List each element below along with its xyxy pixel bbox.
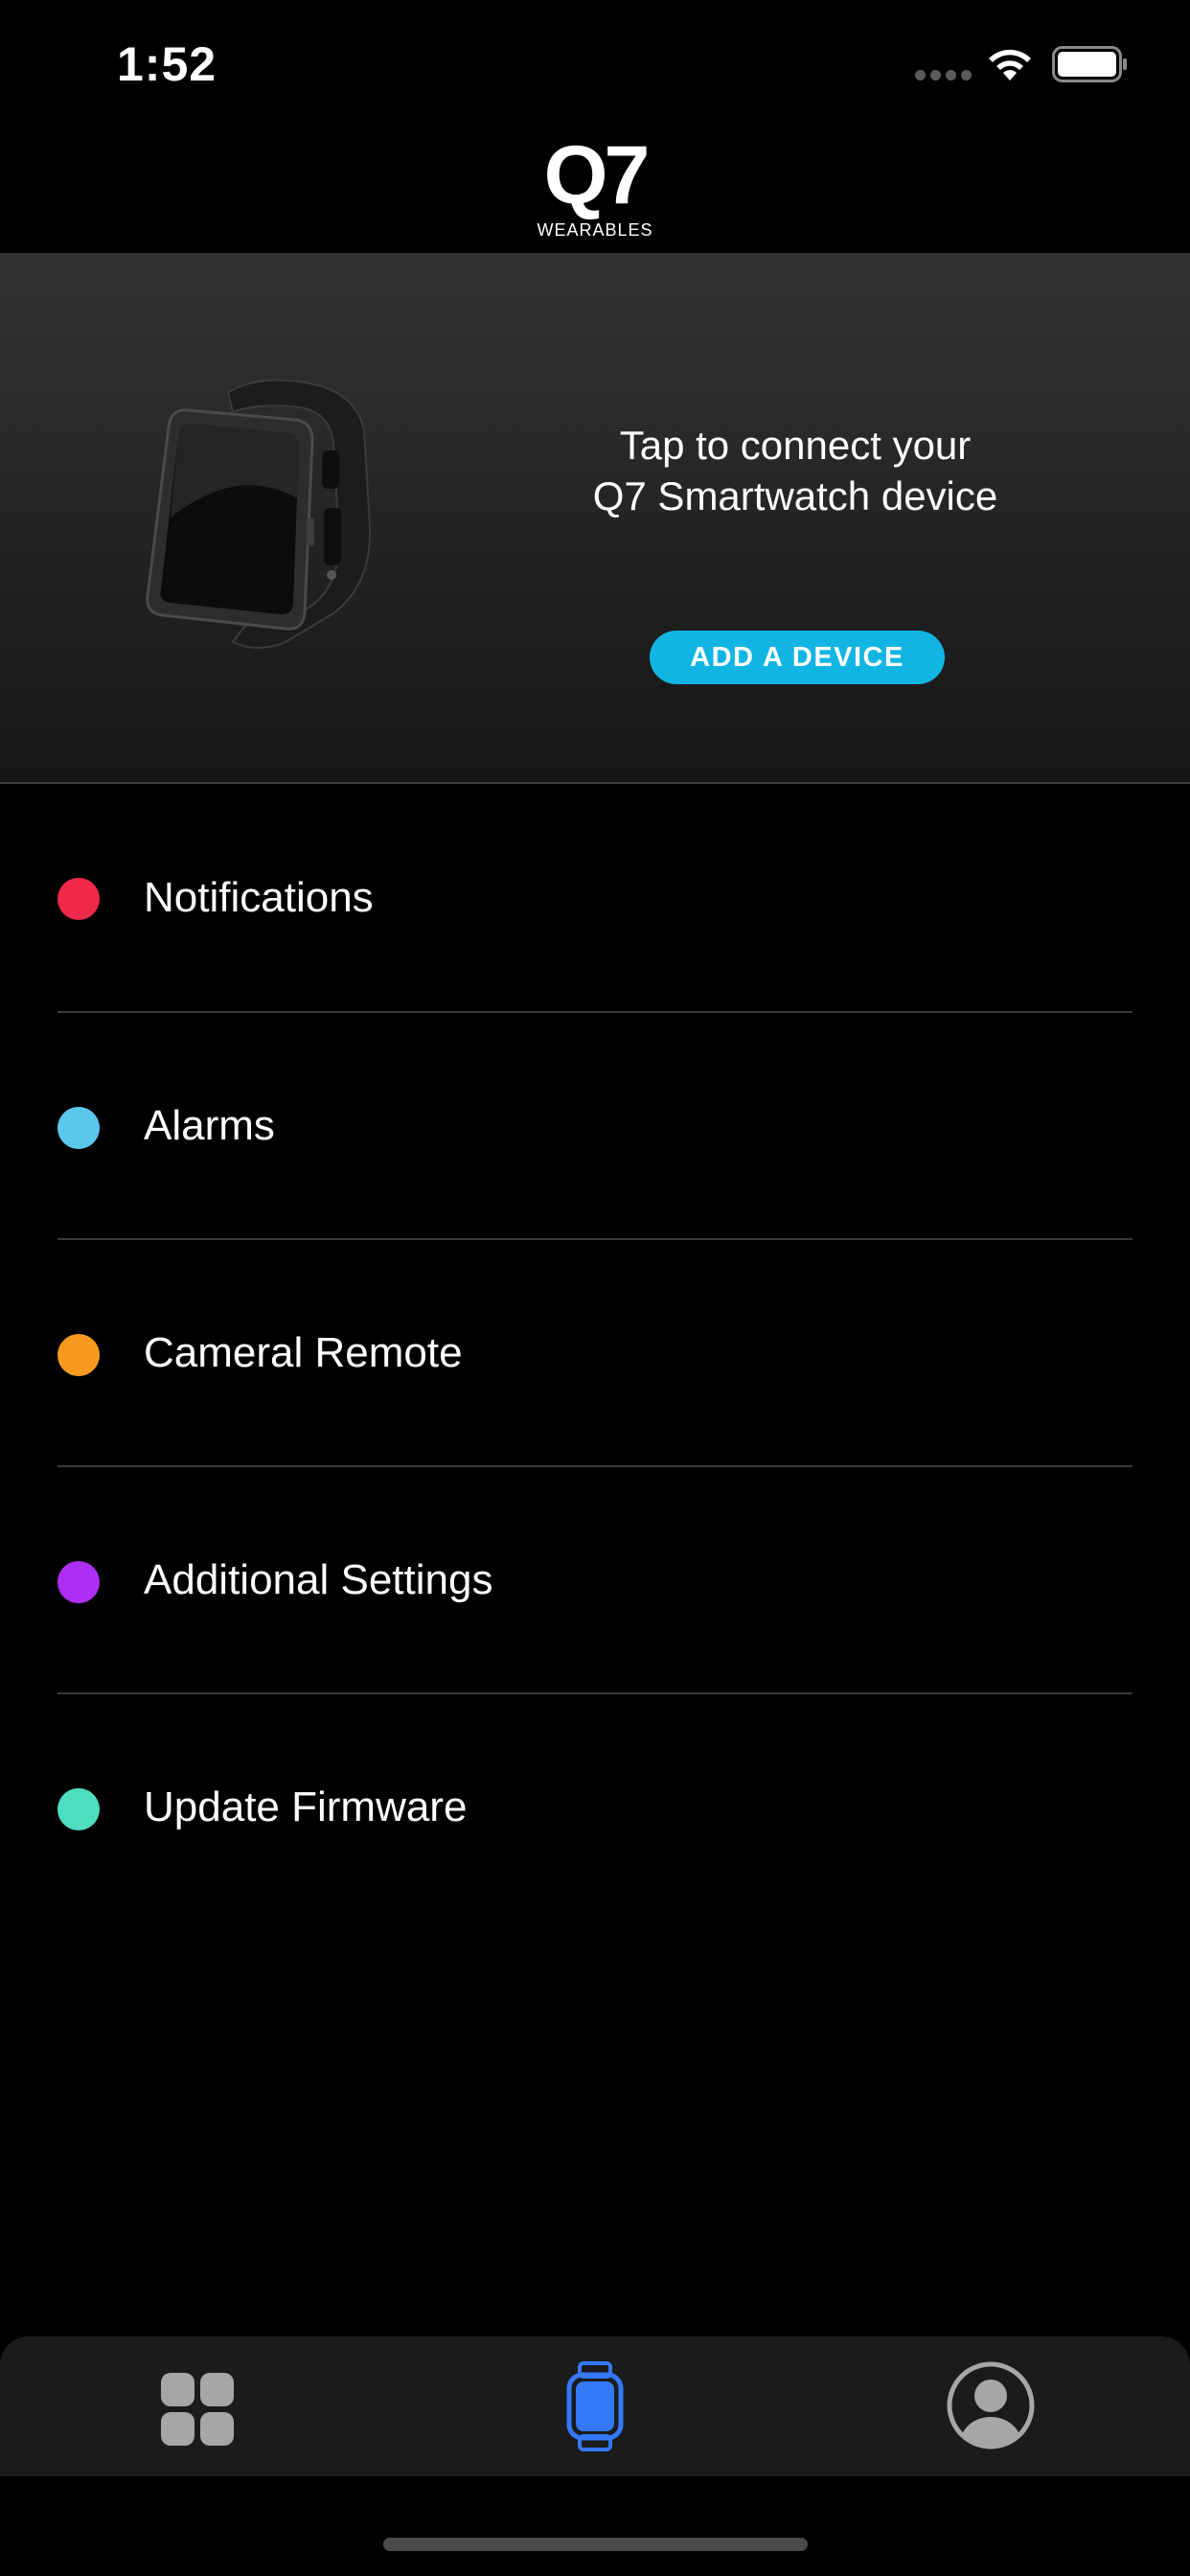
menu-item-camera-remote[interactable]: Cameral Remote (0, 1240, 1190, 1467)
logo-mark: Q7 (543, 129, 651, 221)
connect-prompt: Tap to connect your Q7 Smartwatch device (537, 420, 1054, 521)
menu-item-notifications[interactable]: Notifications (0, 786, 1190, 1013)
device-screen: 1:52 Q7 WEARABLES Tap to connect your Q7… (0, 0, 1190, 2576)
settings-menu: Notifications Alarms Cameral Remote Addi… (0, 786, 1190, 1921)
menu-item-label: Notifications (144, 874, 374, 921)
logo-subtitle: WEARABLES (537, 220, 653, 240)
dashboard-grid-icon[interactable] (161, 2373, 234, 2446)
connect-device-banner[interactable]: Tap to connect your Q7 Smartwatch device… (0, 253, 1190, 784)
tab-bar (0, 2336, 1190, 2476)
menu-item-label: Additional Settings (144, 1556, 493, 1603)
menu-item-label: Alarms (144, 1102, 275, 1149)
menu-item-additional-settings[interactable]: Additional Settings (0, 1467, 1190, 1694)
add-device-button[interactable]: ADD A DEVICE (650, 631, 945, 684)
status-time: 1:52 (117, 37, 217, 91)
profile-icon[interactable] (947, 2361, 1035, 2450)
menu-item-label: Cameral Remote (144, 1329, 463, 1376)
status-dot (57, 1561, 100, 1603)
connect-prompt-line1: Tap to connect your (619, 423, 972, 468)
menu-item-update-firmware[interactable]: Update Firmware (0, 1694, 1190, 1921)
status-dot (57, 1334, 100, 1376)
status-bar: 1:52 (0, 0, 1190, 134)
smartwatch-image (146, 379, 372, 649)
battery-icon (1052, 46, 1127, 82)
app-logo: Q7 WEARABLES (0, 134, 1190, 253)
status-dot (57, 1107, 100, 1149)
watch-icon[interactable] (566, 2361, 624, 2451)
menu-item-label: Update Firmware (144, 1783, 468, 1830)
status-dot (57, 1788, 100, 1830)
connect-prompt-line2: Q7 Smartwatch device (592, 473, 998, 518)
signal-icon (915, 70, 972, 80)
wifi-icon (989, 49, 1031, 80)
status-dot (57, 878, 100, 920)
home-indicator[interactable] (383, 2538, 808, 2551)
menu-item-alarms[interactable]: Alarms (0, 1013, 1190, 1240)
